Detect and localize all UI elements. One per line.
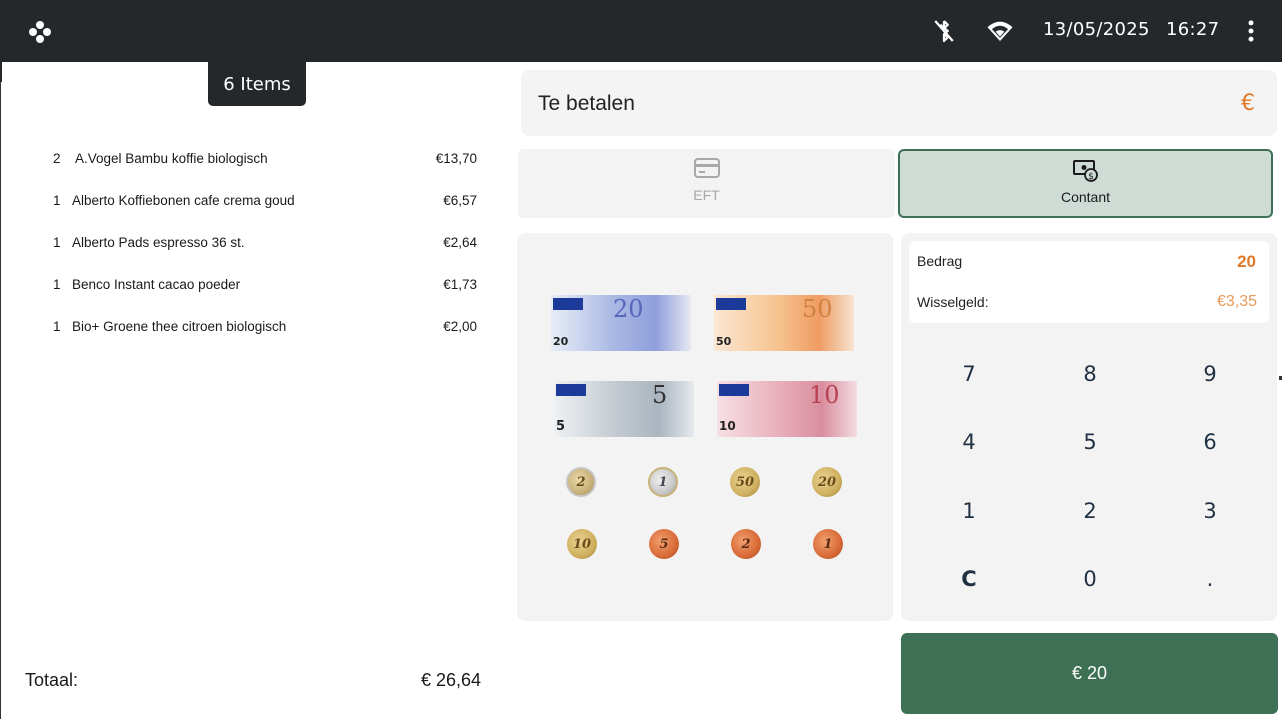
item-name: Alberto Koffiebonen cafe crema goud <box>72 193 295 208</box>
bluetooth-disabled-icon <box>934 20 954 43</box>
cash-amount-card: Bedrag 20 Wisselgeld: €3,35 <box>909 241 1269 323</box>
top-bar: 13/05/2025 16:27 <box>0 0 1282 62</box>
key-clear[interactable]: C <box>929 557 1009 601</box>
more-vert-icon[interactable] <box>1236 16 1266 46</box>
item-quantity: 1 <box>53 277 61 292</box>
list-item[interactable]: 1 Alberto Pads espresso 36 st. €2,64 <box>0 233 500 255</box>
banknote-10[interactable]: 10 10 <box>717 381 857 437</box>
coin-1-euro[interactable]: 1 <box>648 467 678 497</box>
tab-eft[interactable]: EFT <box>518 149 895 218</box>
key-6[interactable]: 6 <box>1170 420 1250 464</box>
amount-value: 20 <box>1237 252 1256 271</box>
coin-value: 2 <box>576 474 586 490</box>
change-value: €3,35 <box>1216 293 1257 310</box>
credit-card-icon <box>693 158 720 178</box>
coin-value: 50 <box>735 474 755 490</box>
key-2[interactable]: 2 <box>1050 489 1130 533</box>
banknote-50[interactable]: 50 50 <box>714 295 854 351</box>
logo-icon[interactable] <box>28 20 52 44</box>
tab-contant-label: Contant <box>1060 189 1111 205</box>
euro-icon: € <box>1241 91 1255 116</box>
coin-50-cent[interactable]: 50 <box>730 467 760 497</box>
confirm-payment-button[interactable]: € 20 <box>901 633 1278 714</box>
key-1[interactable]: 1 <box>929 489 1009 533</box>
total-value: € 26,64 <box>421 670 482 690</box>
amount-due-label: Te betalen <box>538 92 635 115</box>
item-name: A.Vogel Bambu koffie biologisch <box>75 151 268 166</box>
banknote-5[interactable]: 5 5 <box>554 381 694 437</box>
time-display: 16:27 <box>1166 19 1220 40</box>
item-price: €2,64 <box>443 235 477 250</box>
coin-value: 5 <box>659 536 669 552</box>
coin-value: 1 <box>823 536 833 552</box>
date-display: 13/05/2025 <box>1043 19 1150 40</box>
item-count-badge[interactable]: 6 Items <box>208 62 306 106</box>
item-name: Alberto Pads espresso 36 st. <box>72 235 245 250</box>
coin-2-cent[interactable]: 2 <box>731 529 761 559</box>
svg-text:$: $ <box>1088 172 1094 182</box>
item-name: Bio+ Groene thee citroen biologisch <box>72 319 287 334</box>
item-name: Benco Instant cacao poeder <box>72 277 241 292</box>
coin-value: 10 <box>572 536 592 552</box>
coin-20-cent[interactable]: 20 <box>812 467 842 497</box>
wifi-icon <box>987 21 1013 41</box>
item-quantity: 1 <box>53 193 61 208</box>
key-3[interactable]: 3 <box>1170 489 1250 533</box>
item-quantity: 1 <box>53 235 61 250</box>
coin-2-euro[interactable]: 2 <box>566 467 596 497</box>
frame-border-top <box>0 62 2 82</box>
list-item[interactable]: 1 Benco Instant cacao poeder €1,73 <box>0 275 500 297</box>
note-value: 10 <box>809 381 840 409</box>
coin-1-cent[interactable]: 1 <box>813 529 843 559</box>
amount-label: Bedrag <box>917 253 963 269</box>
tab-contant[interactable]: $ Contant <box>898 149 1273 218</box>
coin-value: 2 <box>741 536 751 552</box>
item-price: €1,73 <box>443 277 477 292</box>
tab-eft-label: EFT <box>693 187 720 203</box>
coin-value: 1 <box>658 474 668 490</box>
coin-5-cent[interactable]: 5 <box>649 529 679 559</box>
change-label: Wisselgeld: <box>917 294 989 310</box>
key-0[interactable]: 0 <box>1050 557 1130 601</box>
key-9[interactable]: 9 <box>1170 352 1250 396</box>
list-item[interactable]: 1 Alberto Koffiebonen cafe crema goud €6… <box>0 191 500 213</box>
item-price: €2,00 <box>443 319 477 334</box>
banknote-20[interactable]: 20 20 <box>551 295 691 351</box>
note-value: 5 <box>652 381 668 409</box>
note-value: 20 <box>613 295 644 323</box>
cash-icon: $ <box>1072 160 1098 182</box>
note-value: 50 <box>802 295 833 323</box>
list-item[interactable]: 2 A.Vogel Bambu koffie biologisch €13,70 <box>0 149 500 171</box>
coin-value: 20 <box>817 474 837 490</box>
item-quantity: 1 <box>53 319 61 334</box>
item-price: €13,70 <box>435 151 477 166</box>
amount-due-box: Te betalen € <box>521 70 1277 136</box>
key-8[interactable]: 8 <box>1050 352 1130 396</box>
total-label: Totaal: <box>25 670 79 690</box>
key-5[interactable]: 5 <box>1050 420 1130 464</box>
key-decimal[interactable]: . <box>1170 557 1250 601</box>
list-item[interactable]: 1 Bio+ Groene thee citroen biologisch €2… <box>0 317 500 339</box>
item-price: €6,57 <box>443 193 477 208</box>
key-4[interactable]: 4 <box>929 420 1009 464</box>
coin-10-cent[interactable]: 10 <box>567 529 597 559</box>
item-quantity: 2 <box>53 151 61 166</box>
key-7[interactable]: 7 <box>929 352 1009 396</box>
